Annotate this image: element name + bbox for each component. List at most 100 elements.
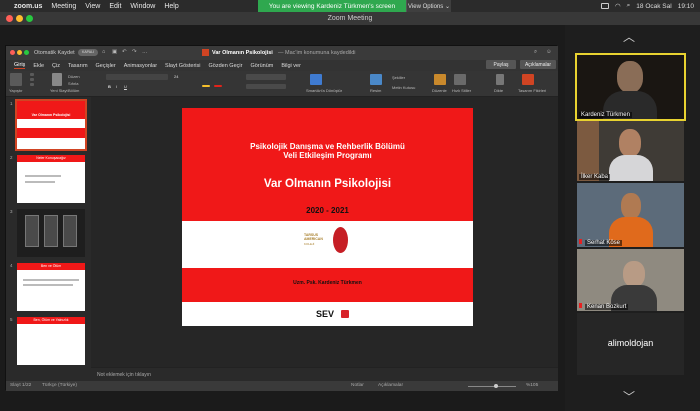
muted-mic-icon — [579, 239, 582, 244]
view-options-button[interactable]: View Options ⌄ — [406, 0, 451, 12]
menu-view[interactable]: View — [85, 3, 100, 10]
minimize-window-icon[interactable] — [16, 15, 23, 22]
tab-insert[interactable]: Ekle — [33, 63, 44, 69]
font-color-icon[interactable] — [214, 85, 222, 87]
gallery-down-chevron-icon[interactable]: ﹀ — [623, 388, 635, 405]
italic-button[interactable]: I — [116, 84, 117, 89]
gallery-up-chevron-icon[interactable]: ︿ — [623, 28, 635, 45]
font-size-select[interactable]: 24 — [174, 74, 178, 79]
participant-video-body — [609, 155, 653, 181]
new-slide-icon[interactable] — [52, 73, 62, 86]
redo-icon[interactable]: ↷ — [132, 49, 137, 55]
tab-slideshow[interactable]: Slayt Gösterisi — [165, 63, 200, 69]
slide-thumbnail[interactable]: Neler Konuşacağız — [17, 155, 85, 203]
arrange-icon[interactable] — [434, 74, 446, 85]
copy-icon[interactable] — [30, 78, 34, 81]
ppt-maximize-icon[interactable] — [24, 50, 29, 55]
alignment-tools[interactable] — [246, 84, 286, 89]
ppt-comments-button[interactable]: Açıklamalar — [520, 60, 556, 69]
shapes-label[interactable]: Şekiller — [392, 75, 405, 80]
tab-view[interactable]: Görünüm — [250, 63, 273, 69]
cut-icon[interactable] — [30, 73, 34, 76]
menu-app-name[interactable]: zoom.us — [14, 3, 42, 10]
menu-edit[interactable]: Edit — [109, 3, 121, 10]
search-icon[interactable]: ⌕ — [627, 2, 631, 10]
participant-name: Serhat Köse — [585, 240, 623, 246]
smartart-label: SmartArt'a Dönüştür — [306, 88, 343, 93]
slide-thumbnail-panel: 1 Var Olmanın Psikolojisi 2 Neler Konuşa… — [6, 97, 91, 381]
status-comments-button[interactable]: Açıklamalar — [378, 383, 403, 388]
slide-department: Psikolojik Danışma ve Rehberlik Bölümü — [250, 142, 405, 151]
tab-draw[interactable]: Çiz — [52, 63, 60, 69]
home-icon[interactable]: ⌂ — [102, 49, 105, 55]
save-icon[interactable]: ▣ — [112, 49, 117, 55]
more-icon[interactable]: … — [142, 49, 148, 55]
participant-video — [623, 261, 645, 287]
status-language[interactable]: Türkçe (Türkiye) — [42, 383, 77, 388]
slide-thumbnail[interactable]: Ben ve Ölüm — [17, 263, 85, 311]
picture-icon[interactable] — [370, 74, 382, 85]
format-painter-icon[interactable] — [30, 83, 34, 86]
tab-review[interactable]: Gözden Geçir — [209, 63, 243, 69]
participant-tile[interactable]: İlker Kaba — [577, 121, 684, 181]
ppt-minimize-icon[interactable] — [17, 50, 22, 55]
ppt-user-icon[interactable]: ☺ — [546, 49, 552, 55]
menu-window[interactable]: Window — [130, 3, 155, 10]
muted-mic-icon — [579, 303, 582, 308]
tab-design[interactable]: Tasarım — [68, 63, 88, 69]
participant-tile[interactable]: alimoldojan — [577, 313, 684, 375]
reset-label[interactable]: Sıfırla — [68, 81, 78, 86]
menubar-time[interactable]: 19:10 — [678, 3, 694, 10]
ppt-share-button[interactable]: Paylaş — [486, 60, 516, 69]
thumb-title: Ben ve Ölüm — [40, 264, 62, 268]
ppt-search-icon[interactable]: ⌕ — [534, 49, 537, 56]
participant-tile[interactable]: Serhat Köse — [577, 183, 684, 247]
slide-editor[interactable]: Psikolojik Danışma ve Rehberlik Bölümü V… — [91, 97, 558, 367]
tab-animations[interactable]: Animasyonlar — [124, 63, 157, 69]
current-slide[interactable]: Psikolojik Danışma ve Rehberlik Bölümü V… — [182, 108, 473, 326]
status-notes-button[interactable]: Notlar — [351, 383, 364, 388]
participant-tile[interactable]: Kardeniz Türkmen — [575, 53, 686, 121]
wifi-icon[interactable]: ◠ — [615, 2, 621, 10]
ppt-doc-title: Var Olmanın Psikolojisi — [212, 50, 273, 56]
notes-pane[interactable]: Not eklemek için tıklayın — [91, 367, 558, 381]
layout-label[interactable]: Düzen — [68, 74, 80, 79]
paste-icon[interactable] — [10, 73, 22, 86]
picture-label: Resim — [370, 88, 382, 93]
slide-thumbnail[interactable] — [17, 209, 85, 257]
tab-transitions[interactable]: Geçişler — [96, 63, 116, 69]
battery-icon[interactable] — [600, 3, 609, 9]
textbox-label[interactable]: Metin Kutusu — [392, 85, 415, 90]
tab-home[interactable]: Giriş — [14, 62, 26, 69]
designer-icon[interactable] — [522, 74, 534, 85]
slide-thumbnail[interactable]: Var Olmanın Psikolojisi — [15, 99, 87, 151]
close-window-icon[interactable] — [6, 15, 13, 22]
slide-thumbnail[interactable]: Ben, Ölüm ve Yalnızlık — [17, 317, 85, 365]
thumb-title: Neler Konuşacağız — [36, 156, 66, 160]
sev-logo-icon — [341, 310, 349, 318]
underline-button[interactable]: U — [124, 84, 127, 89]
ppt-close-icon[interactable] — [10, 50, 15, 55]
undo-icon[interactable]: ↶ — [122, 49, 127, 55]
highlight-color-icon[interactable] — [202, 85, 210, 87]
smartart-icon[interactable] — [310, 74, 322, 85]
participant-tile[interactable]: Kenan Bozkurt — [577, 249, 684, 311]
paragraph-tools[interactable] — [246, 74, 286, 80]
zoom-window-title: Zoom Meeting — [0, 12, 700, 25]
thumb-title: Ben, Ölüm ve Yalnızlık — [33, 318, 69, 322]
menu-help[interactable]: Help — [164, 3, 178, 10]
maximize-window-icon[interactable] — [26, 15, 33, 22]
powerpoint-window: Otomatik Kaydet KAPALI ⌂ ▣ ↶ ↷ … Var Olm… — [5, 45, 558, 391]
ppt-status-bar: Slayt 1/22 Türkçe (Türkiye) Notlar Açıkl… — [6, 381, 558, 391]
tab-tell-me[interactable]: Bilgi ver — [281, 63, 301, 69]
zoom-slider-handle[interactable] — [494, 384, 498, 388]
zoom-slider[interactable] — [468, 386, 516, 387]
autosave-toggle[interactable]: KAPALI — [78, 49, 98, 56]
section-label[interactable]: Bölüm — [68, 88, 79, 93]
menu-meeting[interactable]: Meeting — [51, 3, 76, 10]
dictate-icon[interactable] — [496, 74, 504, 85]
font-family-select[interactable] — [106, 74, 168, 80]
bold-button[interactable]: B — [108, 84, 111, 89]
menubar-date[interactable]: 18 Ocak Sal — [636, 3, 671, 10]
quick-styles-icon[interactable] — [454, 74, 466, 85]
